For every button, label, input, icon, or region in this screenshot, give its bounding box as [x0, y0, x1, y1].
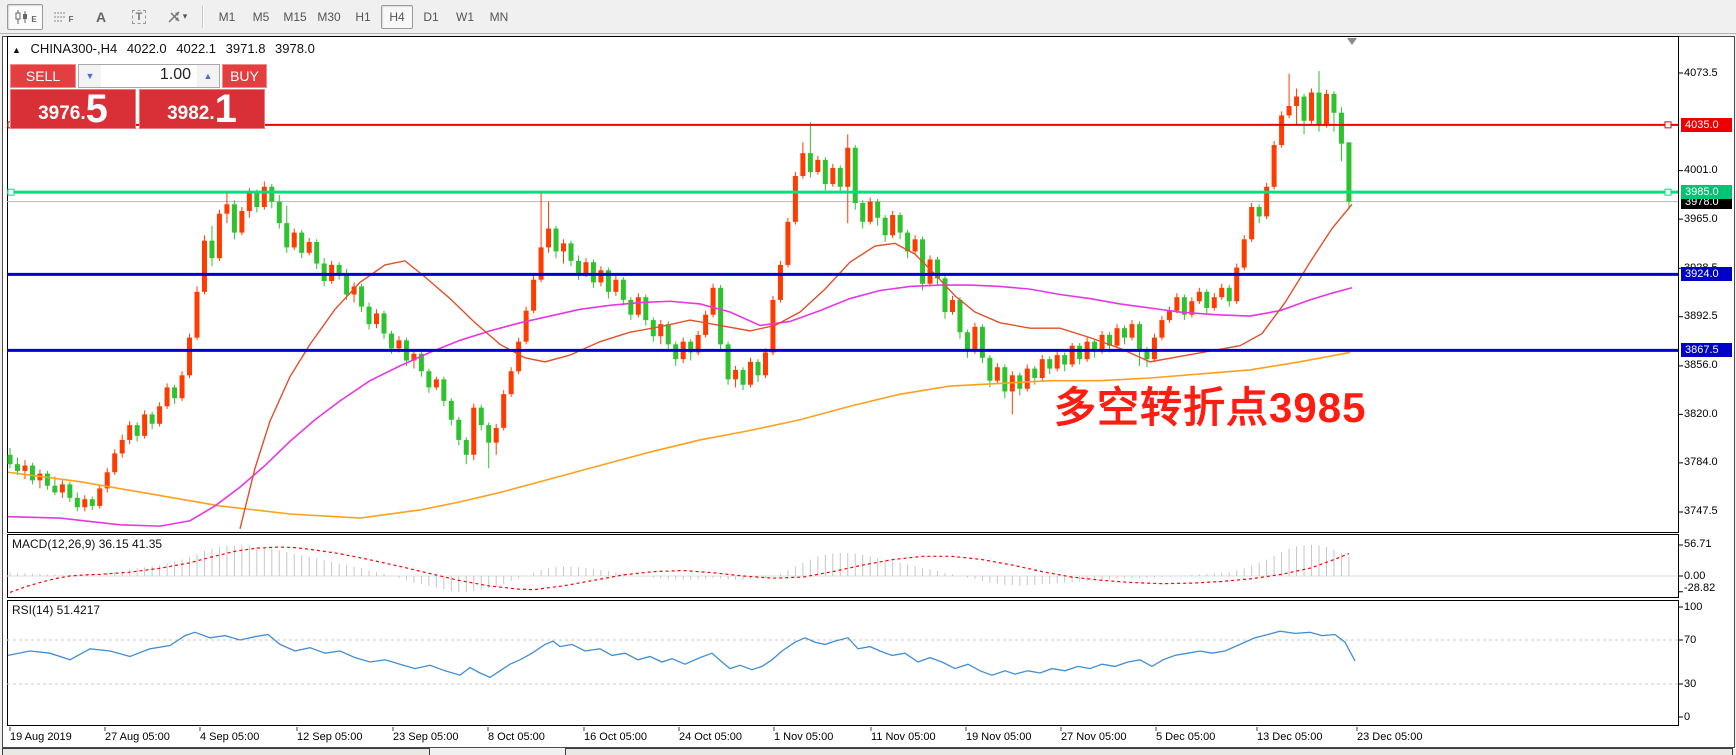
collapse-icon[interactable]: ▲ [12, 45, 21, 55]
low-value: 3971.8 [225, 41, 266, 56]
quantity-stepper: ▼ 1.00 ▲ [78, 64, 220, 88]
price-badge: 3985.0 [1681, 185, 1732, 200]
shift-marker-icon [1347, 38, 1357, 45]
sell-price-pip: 5 [85, 87, 108, 131]
quantity-down-icon[interactable]: ▼ [79, 65, 101, 87]
price-badge: 4035.0 [1681, 117, 1732, 132]
background-window-edge[interactable] [2, 748, 430, 755]
price-badge: 3924.0 [1681, 267, 1732, 282]
quantity-up-icon[interactable]: ▲ [197, 65, 219, 87]
macd-signal-line [9, 546, 1350, 593]
background-window-edge[interactable] [565, 748, 1733, 755]
price-tick: 4073.5 [1684, 66, 1718, 79]
date-label: 19 Aug 2019 [10, 731, 72, 743]
sell-price[interactable]: 3976 . 5 [10, 89, 136, 129]
date-label: 4 Sep 05:00 [200, 731, 260, 743]
ohlc-header: ▲ CHINA300-,H4 4022.0 4022.1 3971.8 3978… [12, 41, 321, 56]
hline-handle[interactable] [1664, 121, 1672, 129]
symbol-label: CHINA300-,H4 [30, 41, 118, 56]
trading-platform: E F A T ▾ M1 M5 M15 M30 H1 H4 D1 W1 MN ▲ CHINA300-,H… [0, 0, 1736, 755]
price-badge: 3867.5 [1681, 343, 1732, 358]
buy-price-main: 3982 [167, 103, 210, 124]
price-tick: 3747.5 [1684, 505, 1718, 518]
sell-button[interactable]: SELL [10, 64, 76, 88]
macd-tick: 56.71 [1684, 538, 1712, 551]
date-label: 16 Oct 05:00 [584, 731, 647, 743]
buy-price[interactable]: 3982 . 1 [139, 89, 265, 129]
sell-price-main: 3976 [38, 103, 81, 124]
rsi-tick: 100 [1684, 600, 1703, 613]
ma-fast-line [239, 203, 1353, 529]
rsi-label: RSI(14) 51.4217 [12, 603, 101, 617]
date-label: 23 Sep 05:00 [393, 731, 459, 743]
price-tick: 3820.0 [1684, 407, 1718, 420]
macd-tick: -28.82 [1684, 581, 1716, 594]
date-label: 19 Nov 05:00 [966, 731, 1032, 743]
open-value: 4022.0 [126, 41, 167, 56]
price-tick: 3784.0 [1684, 456, 1718, 469]
date-label: 12 Sep 05:00 [297, 731, 363, 743]
buy-button[interactable]: BUY [222, 64, 267, 88]
price-tick: 3965.0 [1684, 212, 1718, 225]
date-label: 8 Oct 05:00 [488, 731, 545, 743]
rsi-tick: 0 [1684, 710, 1691, 723]
date-label: 23 Dec 05:00 [1357, 731, 1423, 743]
date-label: 13 Dec 05:00 [1257, 731, 1323, 743]
close-value: 3978.0 [275, 41, 315, 56]
rsi-line [7, 630, 1356, 679]
buy-price-pip: 1 [214, 87, 237, 131]
rsi-tick: 70 [1684, 633, 1697, 646]
price-tick: 4001.0 [1684, 164, 1718, 177]
price-tick: 3892.5 [1684, 310, 1718, 323]
trade-buttons-row: SELL ▼ 1.00 ▲ BUY [10, 64, 267, 88]
date-label: 11 Nov 05:00 [871, 731, 936, 743]
hline-handle[interactable] [1664, 188, 1672, 196]
date-label: 24 Oct 05:00 [679, 731, 742, 743]
date-label: 1 Nov 05:00 [774, 731, 834, 743]
chart-annotation-text: 多空转折点3985 [1054, 384, 1367, 431]
date-label: 27 Nov 05:00 [1061, 731, 1127, 743]
quantity-input[interactable]: 1.00 [101, 65, 197, 87]
rsi-tick: 30 [1684, 677, 1697, 690]
hline-handle[interactable] [7, 188, 15, 196]
trade-prices-row: 3976 . 5 3982 . 1 [10, 89, 267, 129]
macd-histogram [9, 544, 1350, 592]
high-value: 4022.1 [176, 41, 217, 56]
date-label: 27 Aug 05:00 [105, 731, 170, 743]
date-label: 5 Dec 05:00 [1156, 731, 1216, 743]
price-tick: 3856.0 [1684, 359, 1718, 372]
macd-label: MACD(12,26,9) 36.15 41.35 [12, 537, 163, 551]
one-click-trading-panel: SELL ▼ 1.00 ▲ BUY 3976 . 5 3982 . 1 [10, 64, 267, 129]
